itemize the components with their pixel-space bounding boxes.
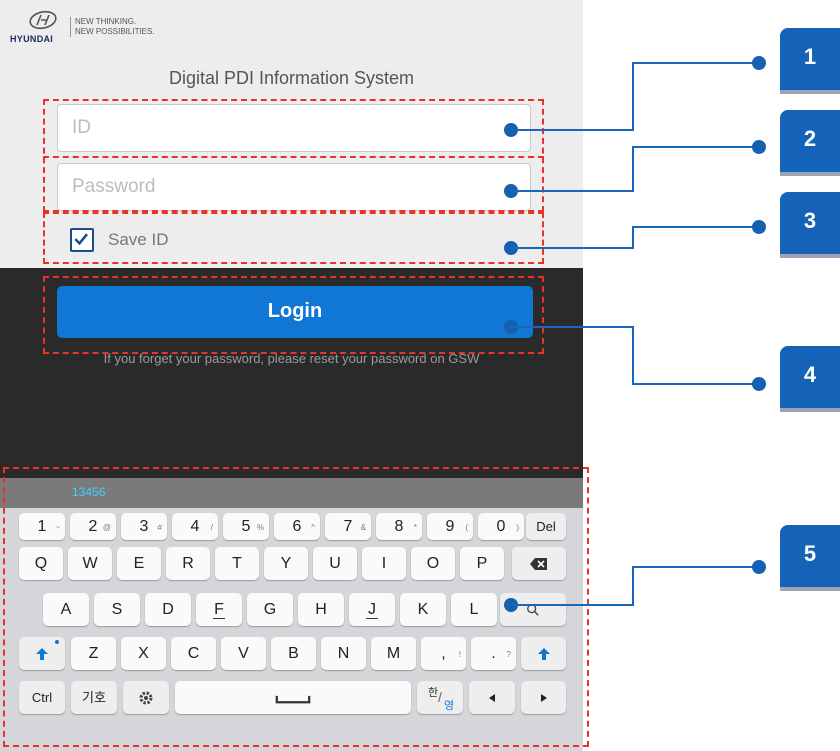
tagline-line-2: NEW POSSIBILITIES. bbox=[75, 27, 155, 36]
hyundai-logo: HYUNDAI NEW THINKING. NEW POSSIBILITIES. bbox=[6, 10, 186, 50]
callout-line bbox=[511, 129, 633, 131]
callout-line bbox=[632, 146, 634, 192]
tagline-line-1: NEW THINKING. bbox=[75, 17, 137, 26]
callout-dot bbox=[752, 220, 766, 234]
callout-badge-5: 5 bbox=[780, 525, 840, 587]
callout-line bbox=[511, 604, 633, 606]
page-title: Digital PDI Information System bbox=[168, 68, 415, 88]
callout-line bbox=[511, 326, 633, 328]
brand-name: HYUNDAI bbox=[10, 34, 54, 44]
callout-divider bbox=[43, 156, 544, 159]
callout-line bbox=[632, 326, 634, 384]
callout-line bbox=[511, 247, 633, 249]
callout-box-save-id bbox=[43, 212, 544, 264]
callout-line bbox=[632, 226, 760, 228]
callout-line bbox=[632, 383, 760, 385]
callout-dot bbox=[752, 560, 766, 574]
callout-line bbox=[632, 226, 634, 249]
callout-line bbox=[511, 190, 633, 192]
callout-line bbox=[632, 566, 634, 606]
callout-badge-3: 3 bbox=[780, 192, 840, 254]
callout-line bbox=[632, 62, 760, 64]
callout-badge-4: 4 bbox=[780, 346, 840, 408]
callout-line bbox=[632, 62, 634, 131]
callout-line bbox=[632, 566, 760, 568]
callout-box-login bbox=[43, 276, 544, 354]
callout-badge-1: 1 bbox=[780, 28, 840, 90]
callout-dot bbox=[752, 56, 766, 70]
brand-tagline: NEW THINKING. NEW POSSIBILITIES. bbox=[70, 17, 155, 37]
callout-box-keyboard bbox=[3, 467, 589, 747]
callout-dot bbox=[752, 377, 766, 391]
callout-dot bbox=[752, 140, 766, 154]
callout-badge-2: 2 bbox=[780, 110, 840, 172]
hyundai-emblem-icon bbox=[29, 10, 57, 30]
callout-line bbox=[632, 146, 760, 148]
